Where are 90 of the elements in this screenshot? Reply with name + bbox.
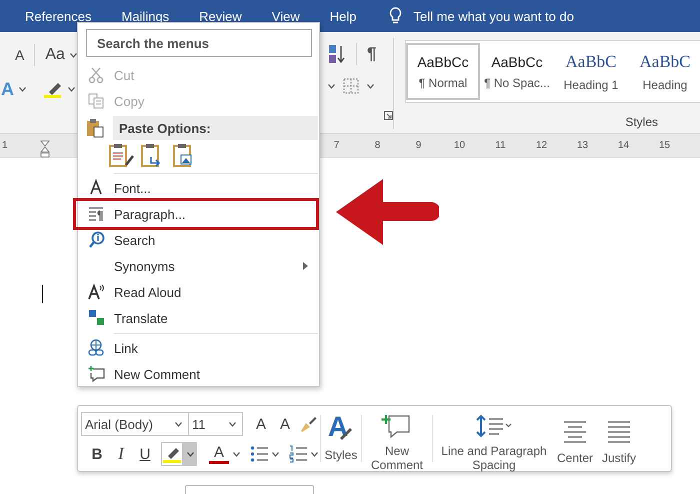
toolbar-button[interactable]: Justify — [597, 409, 641, 468]
style-name: Heading — [642, 78, 688, 92]
menu-item[interactable]: Read Aloud — [79, 279, 318, 305]
indent-marker-icon[interactable] — [40, 140, 50, 158]
style-option[interactable]: AaBbC Heading — [628, 43, 700, 100]
align-center-icon — [562, 419, 588, 445]
ruler-number: 13 — [576, 140, 590, 151]
font-color-button[interactable]: A — [209, 444, 229, 464]
style-option[interactable]: AaBbC Heading 1 — [554, 43, 628, 100]
caret-icon[interactable] — [70, 52, 77, 58]
caret-icon[interactable] — [328, 84, 335, 88]
ruler-number: 7 — [332, 140, 340, 151]
caret-icon[interactable] — [186, 452, 194, 456]
section-header: Paste Options: — [113, 116, 318, 140]
line-spacing-icon — [475, 414, 513, 440]
menu-item[interactable]: Translate — [79, 305, 318, 331]
underline-button[interactable]: U — [135, 446, 155, 462]
highlighter-icon[interactable] — [43, 80, 63, 98]
translate-icon — [88, 309, 106, 327]
read-aloud-icon — [88, 283, 106, 301]
style-option[interactable]: AaBbCc ¶ Normal — [406, 43, 480, 100]
caret-icon[interactable] — [68, 86, 75, 92]
clipboard-icon — [86, 118, 104, 138]
ribbon-tab[interactable]: Review — [199, 8, 242, 24]
shrink-font-button[interactable]: A — [275, 416, 295, 432]
ruler-number: 12 — [534, 140, 548, 151]
ruler-number: 15 — [658, 140, 672, 151]
copy-icon — [88, 92, 106, 110]
toolbar-button[interactable]: New Comment — [364, 409, 430, 468]
link-icon — [88, 339, 106, 357]
ruler-number: 14 — [616, 140, 630, 151]
ribbon-tab[interactable]: Help — [330, 8, 356, 24]
dialog-launcher-icon[interactable] — [384, 110, 393, 120]
caret-icon[interactable] — [19, 86, 26, 92]
menu-item[interactable]: Link — [79, 335, 318, 361]
ruler-number: 9 — [414, 140, 422, 151]
search-icon — [88, 231, 106, 249]
ruler-number: 8 — [374, 140, 382, 151]
sort-icon[interactable] — [328, 44, 346, 64]
ruler-number: 1 — [2, 140, 8, 151]
tell-me-search[interactable]: Tell me what you want to do — [414, 8, 574, 24]
ribbon-tab[interactable]: View — [272, 8, 300, 24]
italic-button[interactable]: I — [111, 444, 131, 464]
highlight-color-button[interactable] — [161, 442, 183, 466]
dropdown-arrow-button[interactable] — [183, 442, 197, 466]
highlighted-menu-item[interactable]: Paragraph... — [73, 198, 319, 230]
style-option[interactable]: AaBbCc ¶ No Spac... — [480, 43, 554, 100]
caret-icon[interactable] — [272, 452, 279, 456]
paintbrush-icon[interactable] — [299, 415, 317, 433]
bold-button[interactable]: B — [87, 446, 107, 462]
text-cursor — [42, 285, 43, 303]
borders-icon[interactable] — [343, 78, 359, 94]
lightbulb-icon[interactable] — [388, 7, 402, 25]
grow-font-button[interactable]: A — [251, 416, 271, 432]
menu-item[interactable]: Search — [79, 227, 318, 253]
change-case-button[interactable]: Aa — [45, 46, 65, 64]
style-preview: AaBbCc — [491, 54, 543, 70]
caret-icon[interactable] — [175, 422, 182, 426]
style-preview: AaBbC — [640, 52, 690, 72]
justify-icon — [606, 419, 632, 445]
search-field[interactable]: Search the menus — [86, 29, 312, 57]
shrink-font-button[interactable]: A — [15, 47, 24, 63]
menu-item[interactable]: Font... — [79, 175, 318, 201]
menu-item[interactable]: Synonyms — [79, 253, 318, 279]
ruler-number: 10 — [452, 140, 466, 151]
caret-icon[interactable] — [311, 452, 318, 456]
style-name: ¶ Normal — [418, 76, 468, 90]
comment-icon — [88, 365, 106, 383]
caret-icon[interactable] — [367, 84, 374, 88]
bullet-list-icon[interactable] — [250, 445, 268, 463]
style-preview: AaBbC — [566, 52, 616, 72]
paragraph-marks-button[interactable]: ¶ — [367, 44, 376, 64]
numbered-list-icon[interactable] — [289, 445, 307, 463]
font-size-dropdown[interactable]: 11 — [188, 412, 243, 436]
ribbon-tab[interactable]: Mailings — [121, 8, 170, 24]
style-preview: AaBbCc — [417, 54, 469, 70]
ribbon-tab[interactable]: References — [25, 8, 92, 24]
toolbar-button[interactable]: Center — [553, 409, 597, 468]
font-name-dropdown[interactable]: Arial (Body) — [81, 412, 189, 436]
style-name: Heading 1 — [564, 78, 618, 92]
style-name: ¶ No Spac... — [484, 76, 550, 90]
caret-icon[interactable] — [233, 452, 240, 456]
group-label: Styles — [625, 115, 658, 129]
clipboard-icon[interactable] — [109, 143, 135, 169]
menu-item[interactable]: New Comment — [79, 361, 318, 387]
caret-icon[interactable] — [229, 422, 236, 426]
paragraph-icon — [88, 205, 106, 223]
ruler-number: 11 — [494, 140, 507, 151]
scissors-icon — [88, 66, 106, 84]
highlighter-icon — [163, 445, 181, 463]
